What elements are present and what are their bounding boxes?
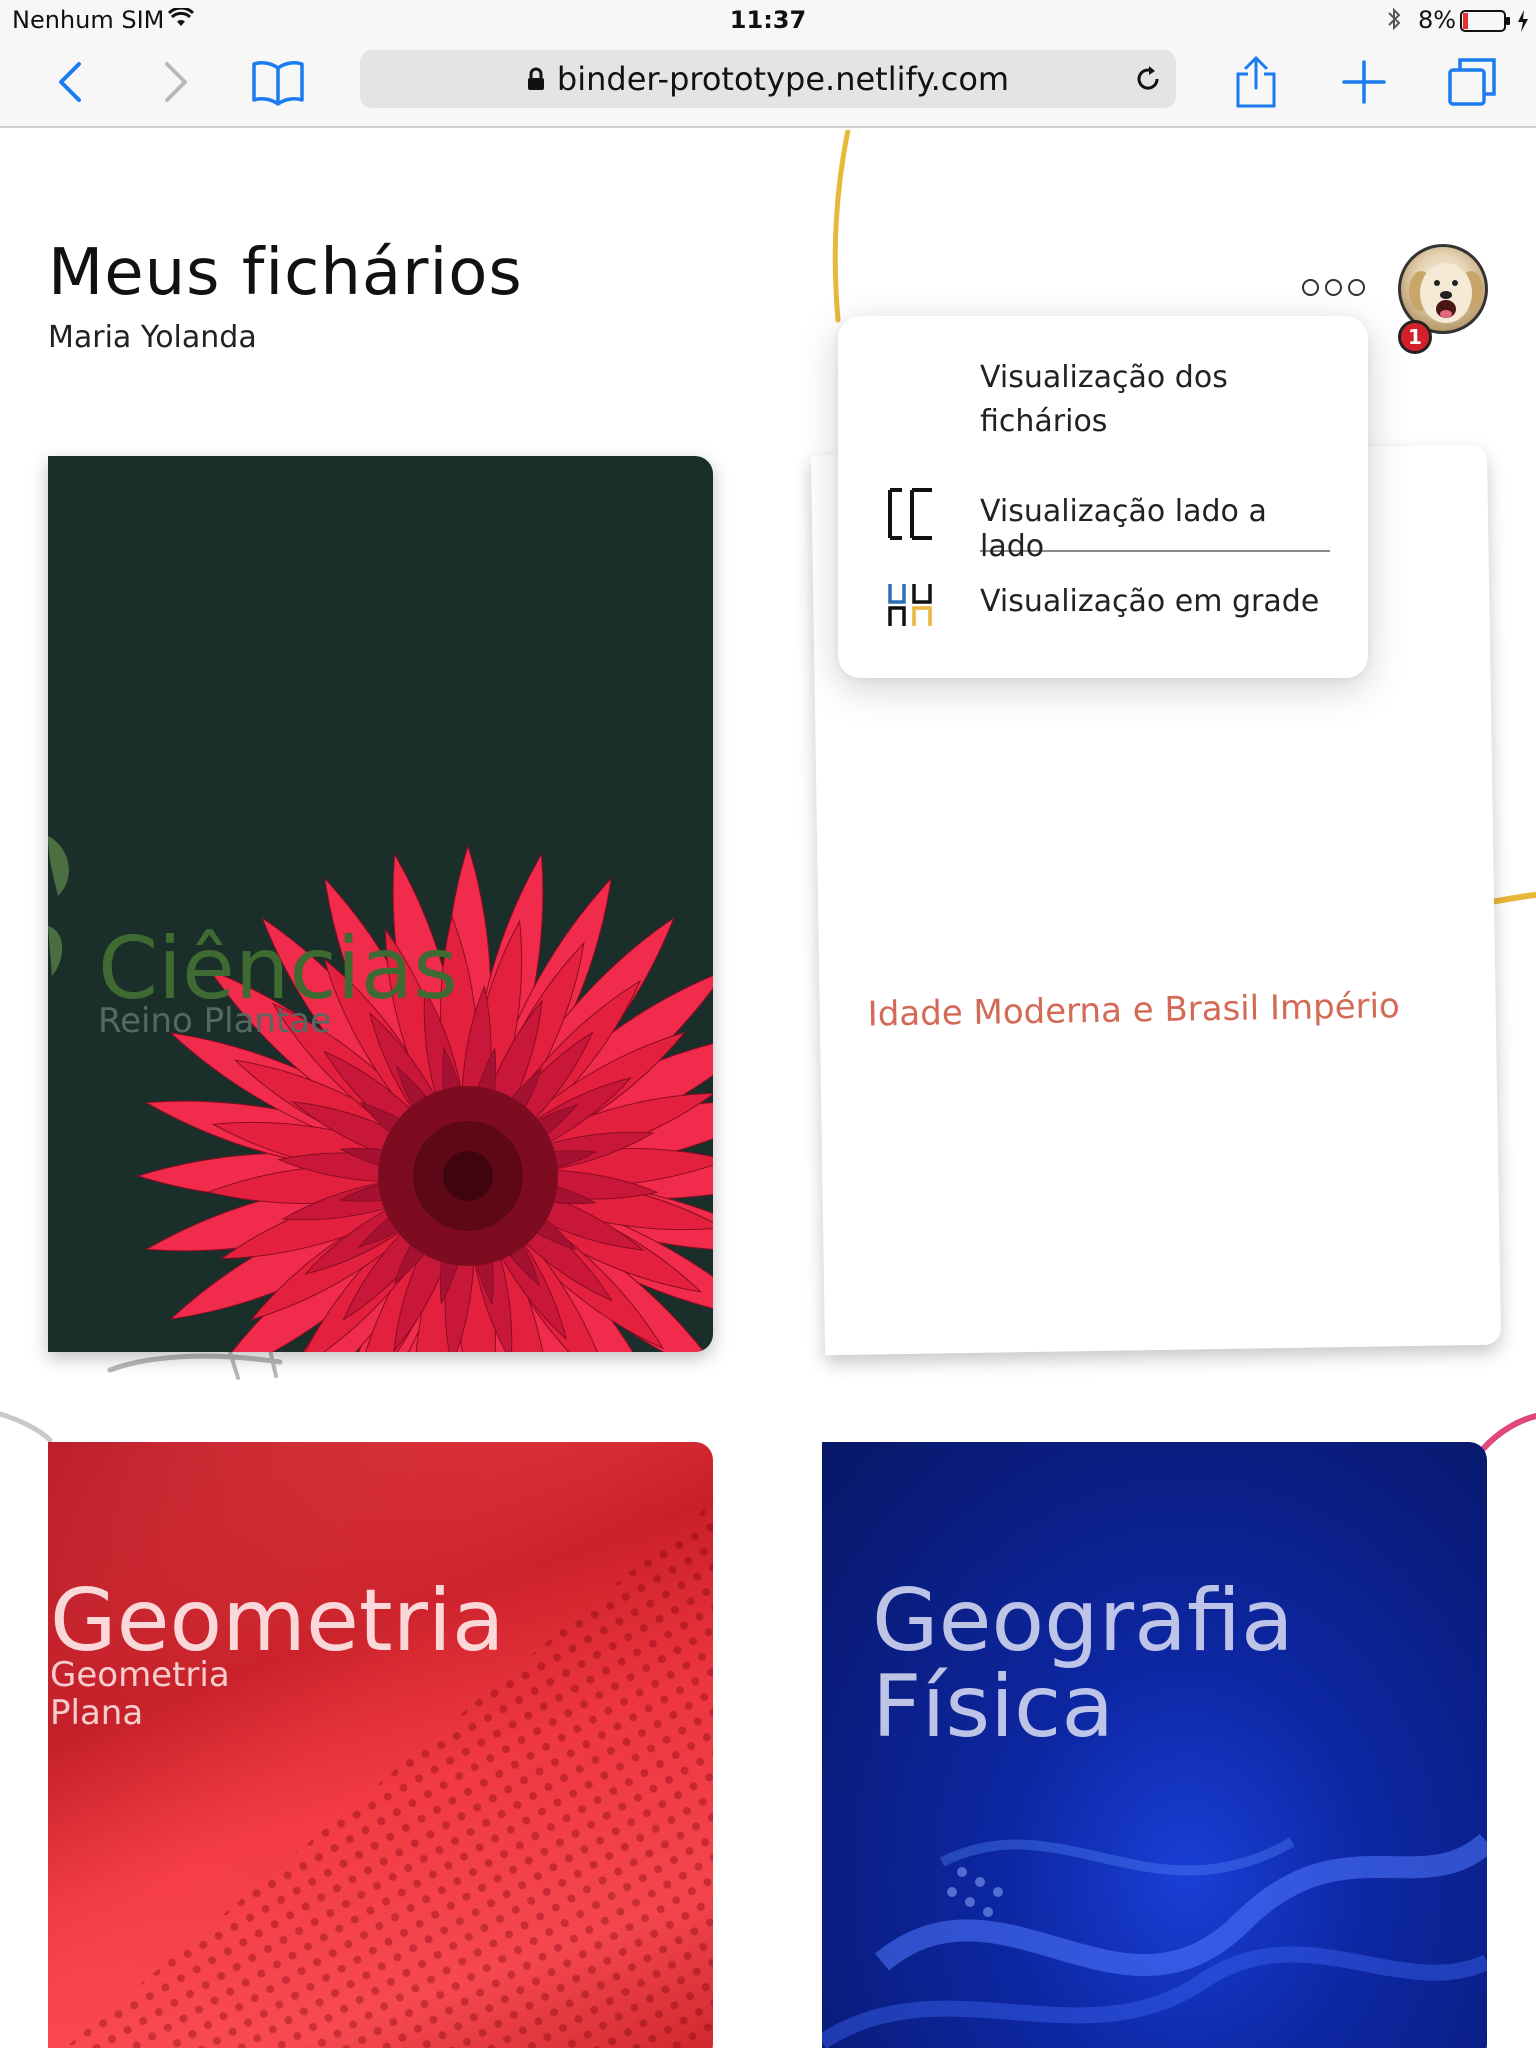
binder-subtitle-text: Geometria Plana [50, 1655, 230, 1733]
bluetooth-icon [1388, 7, 1401, 31]
ellipsis-dot [1302, 278, 1319, 296]
chevron-left-icon [59, 62, 81, 102]
dahlia-flower-image [48, 836, 713, 1352]
tabs-button[interactable] [1444, 54, 1500, 110]
grid-view-icon [888, 584, 932, 626]
plus-icon [1342, 60, 1386, 104]
binder-geometria[interactable] [48, 1442, 713, 2048]
page-title: Meus fichários [48, 236, 523, 310]
bookmarks-button[interactable] [250, 54, 306, 110]
view-options-menu: Visualização dos fichários Visualização … [838, 316, 1368, 678]
ellipsis-dot [1325, 278, 1342, 296]
fabric-texture-image [48, 1442, 713, 2048]
notification-badge: 1 [1398, 320, 1432, 354]
more-options-button[interactable] [1302, 272, 1374, 302]
browser-toolbar: binder-prototype.netlify.com [0, 40, 1536, 128]
tabs-icon [1448, 58, 1496, 106]
binder-title: Idade Moderna e Brasil Império [867, 986, 1400, 1034]
menu-item-grid[interactable]: Visualização em grade [980, 578, 1330, 634]
binder-subtitle: Reino Plantae [98, 1001, 332, 1041]
binder-title: Geografia Física [872, 1578, 1312, 1750]
user-name: Maria Yolanda [48, 320, 257, 355]
binder-title: Ciências [98, 919, 459, 1019]
status-bar: Nenhum SIM 11:37 8% [0, 0, 1536, 40]
reload-icon[interactable] [1132, 63, 1164, 95]
forward-button[interactable] [148, 54, 204, 110]
battery-icon [1460, 10, 1510, 32]
chevron-right-icon [165, 62, 187, 102]
page-content: Meus fichários Maria Yolanda 1 Ciências … [0, 130, 1536, 2048]
new-tab-button[interactable] [1336, 54, 1392, 110]
back-button[interactable] [42, 54, 98, 110]
share-button[interactable] [1228, 54, 1284, 110]
battery-percent: 8% [1418, 6, 1457, 34]
ellipsis-dot [1348, 278, 1365, 296]
binder-title: Geometria [50, 1571, 505, 1671]
menu-header: Visualização dos fichários [980, 360, 1228, 439]
side-by-side-view-icon [888, 488, 932, 540]
menu-item-side-by-side[interactable]: Visualização lado a lado [980, 488, 1330, 564]
lock-icon [527, 67, 544, 90]
share-icon [1236, 55, 1276, 108]
clock: 11:37 [729, 6, 807, 34]
binder-title-text: Geografia Física [872, 1571, 1294, 1757]
charging-bolt-icon [1518, 10, 1528, 32]
url-text: binder-prototype.netlify.com [556, 60, 1010, 98]
book-icon [252, 61, 304, 106]
binder-ciencias[interactable]: Ciências Reino Plantae [48, 456, 713, 1352]
binder-title-text: Idade Moderna e Brasil Império [867, 986, 1401, 1035]
address-bar[interactable]: binder-prototype.netlify.com [360, 50, 1176, 108]
binder-subtitle: Geometria Plana [50, 1656, 290, 1732]
